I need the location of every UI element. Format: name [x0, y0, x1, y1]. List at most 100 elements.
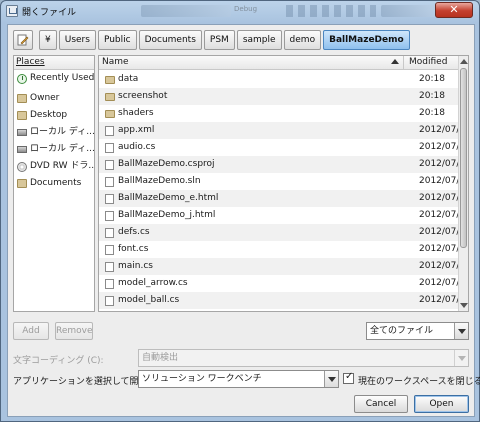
- close-workspace-checkbox[interactable]: [343, 371, 354, 384]
- background-toolbar-icons: [286, 5, 376, 17]
- file-row[interactable]: defs.cs 2012/07/10: [99, 224, 468, 241]
- place-local-disk-2[interactable]: ローカル ディ...: [14, 141, 94, 158]
- file-name: main.cs: [118, 261, 153, 271]
- background-window-bar: [141, 5, 231, 17]
- folder-icon: [105, 93, 115, 101]
- window-title: 開くファイル: [22, 8, 77, 18]
- folder-icon: [105, 110, 115, 118]
- places-panel: Places Recently Used Owner Desktop ローカル …: [13, 55, 95, 312]
- folder-icon: [17, 94, 27, 103]
- crumb-ballmazedemo[interactable]: BallMazeDemo: [323, 30, 410, 50]
- place-label: Recently Used: [30, 73, 94, 83]
- file-list-header: Name Modified: [99, 56, 468, 70]
- file-row[interactable]: BallMazeDemo_j.html 2012/07/10: [99, 207, 468, 224]
- application-label: アプリケーションを選択して開く:: [13, 377, 151, 387]
- folder-icon: [105, 76, 115, 84]
- close-icon: ✕: [449, 3, 459, 16]
- crumb-documents[interactable]: Documents: [138, 30, 202, 50]
- place-dvd-drive[interactable]: DVD RW ドラ...: [14, 158, 94, 175]
- places-header[interactable]: Places: [14, 56, 94, 70]
- pencil-icon: [17, 34, 29, 46]
- place-label: DVD RW ドラ...: [30, 161, 94, 171]
- title-bar[interactable]: 開くファイル Debug ✕: [1, 1, 479, 23]
- drive-icon: [17, 146, 27, 153]
- file-row[interactable]: model_ball.cs 2012/07/10: [99, 292, 468, 309]
- file-modified: 20:18: [419, 91, 445, 101]
- chevron-down-icon: [324, 371, 338, 387]
- place-label: Desktop: [30, 110, 68, 120]
- encoding-label: 文字コーディング (C):: [13, 356, 104, 366]
- file-filter-dropdown[interactable]: 全てのファイル: [366, 322, 469, 340]
- file-row[interactable]: font.cs 2012/07/10: [99, 241, 468, 258]
- file-row[interactable]: main.cs 2012/07/10: [99, 258, 468, 275]
- place-owner[interactable]: Owner: [14, 90, 94, 107]
- file-name: BallMazeDemo.csproj: [118, 159, 215, 169]
- place-local-disk-1[interactable]: ローカル ディ...: [14, 124, 94, 141]
- file-row[interactable]: BallMazeDemo.csproj 2012/07/10: [99, 156, 468, 173]
- column-divider[interactable]: [403, 56, 404, 69]
- file-rows: data 20:18 screenshot 20:18 shaders 20:18 app.…: [99, 71, 468, 311]
- place-recently-used[interactable]: Recently Used: [14, 70, 94, 87]
- file-name: audio.cs: [118, 142, 156, 152]
- document-icon: [105, 211, 114, 221]
- scroll-up-icon[interactable]: [460, 59, 468, 64]
- crumb-public[interactable]: Public: [97, 30, 137, 50]
- document-icon: [105, 126, 114, 136]
- folder-row[interactable]: screenshot 20:18: [99, 88, 460, 105]
- close-workspace-label: 現在のワークスペースを閉じる: [358, 377, 480, 387]
- file-name: BallMazeDemo_j.html: [118, 210, 216, 220]
- file-name: defs.cs: [118, 227, 150, 237]
- remove-button[interactable]: Remove: [55, 322, 93, 340]
- dvd-icon: [17, 161, 27, 172]
- column-name[interactable]: Name: [102, 56, 129, 69]
- file-modified: 20:18: [419, 74, 445, 84]
- open-button[interactable]: Open: [414, 395, 469, 413]
- file-name: BallMazeDemo_e.html: [118, 193, 219, 203]
- path-bar: ¥ Users Public Documents PSM sample demo…: [13, 30, 410, 50]
- column-modified[interactable]: Modified: [409, 56, 447, 69]
- file-name: model_board.cs: [118, 309, 189, 311]
- file-row[interactable]: BallMazeDemo_e.html 2012/07/10: [99, 190, 468, 207]
- scroll-down-icon[interactable]: [460, 303, 468, 308]
- crumb-psm[interactable]: PSM: [203, 30, 235, 50]
- vertical-scrollbar[interactable]: [458, 56, 468, 311]
- folder-row[interactable]: data 20:18: [99, 71, 460, 88]
- document-icon: [105, 228, 114, 238]
- place-desktop[interactable]: Desktop: [14, 107, 94, 124]
- add-button[interactable]: Add: [13, 322, 49, 340]
- close-button[interactable]: ✕: [435, 2, 473, 18]
- file-row[interactable]: model_board.cs2012/07/10: [99, 309, 460, 311]
- document-icon: [105, 177, 114, 187]
- encoding-dropdown[interactable]: 自動検出: [138, 349, 469, 367]
- document-icon: [105, 296, 114, 306]
- file-row[interactable]: app.xml 2012/07/10: [99, 122, 468, 139]
- document-icon: [105, 143, 114, 153]
- folder-icon: [17, 179, 27, 188]
- crumb-users[interactable]: Users: [58, 30, 96, 50]
- scroll-thumb[interactable]: [460, 68, 467, 248]
- document-icon: [105, 194, 114, 204]
- application-dropdown[interactable]: ソリューション ワークベンチ: [138, 370, 339, 388]
- file-row[interactable]: BallMazeDemo.sln 2012/07/10: [99, 173, 468, 190]
- place-label: ローカル ディ...: [30, 144, 94, 154]
- place-documents[interactable]: Documents: [14, 175, 94, 192]
- crumb-sample[interactable]: sample: [236, 30, 282, 50]
- file-open-dialog: 開くファイル Debug ✕ ¥ Users Public Documents …: [0, 0, 480, 422]
- crumb-root[interactable]: ¥: [39, 30, 57, 50]
- cancel-button[interactable]: Cancel: [354, 395, 408, 413]
- file-row[interactable]: audio.cs 2012/07/10: [99, 139, 468, 156]
- file-name: model_ball.cs: [118, 295, 180, 305]
- file-modified: 20:18: [419, 108, 445, 118]
- file-list: Name Modified data 20:18 screenshot 20:18 sh…: [98, 55, 469, 312]
- crumb-demo[interactable]: demo: [283, 30, 322, 50]
- edit-location-button[interactable]: [13, 30, 33, 50]
- folder-row[interactable]: shaders 20:18: [99, 105, 460, 122]
- folder-icon: [17, 111, 27, 120]
- file-name: app.xml: [118, 125, 155, 135]
- file-name: model_arrow.cs: [118, 278, 188, 288]
- document-icon: [105, 262, 114, 272]
- file-name: BallMazeDemo.sln: [118, 176, 201, 186]
- place-label: Owner: [30, 93, 60, 103]
- file-row[interactable]: model_arrow.cs 2012/07/10: [99, 275, 468, 292]
- drive-icon: [17, 129, 27, 136]
